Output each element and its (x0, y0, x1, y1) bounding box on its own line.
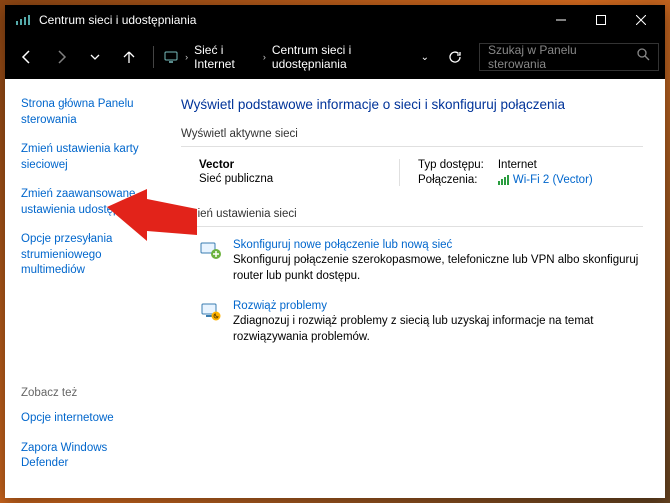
divider (181, 226, 643, 227)
recent-dropdown-button[interactable] (79, 41, 111, 73)
window: Centrum sieci i udostępniania › (5, 5, 665, 498)
network-name: Vector (199, 159, 399, 171)
page-title: Wyświetl podstawowe informacje o sieci i… (181, 97, 643, 112)
connections-label: Połączenia: (418, 174, 484, 186)
address-bar[interactable]: › Sieć i Internet › Centrum sieci i udos… (162, 41, 411, 73)
access-type-label: Typ dostępu: (418, 159, 484, 171)
action-troubleshoot: Rozwiąż problemy Zdiagnozuj i rozwiąż pr… (199, 300, 643, 345)
active-networks-heading: Wyświetl aktywne sieci (181, 128, 643, 140)
new-connection-link[interactable]: Skonfiguruj nowe połączenie lub nową sie… (233, 239, 643, 251)
forward-button[interactable] (45, 41, 77, 73)
wifi-icon (498, 175, 509, 185)
content-area: Strona główna Panelu sterowania Zmień us… (5, 79, 665, 498)
close-button[interactable] (621, 5, 661, 35)
divider (399, 159, 400, 186)
network-details: Typ dostępu: Internet Połączenia: Wi-Fi … (418, 159, 593, 186)
sidebar-streaming-link[interactable]: Opcje przesyłania strumieniowego multime… (21, 232, 151, 279)
chevron-right-icon: › (183, 52, 190, 62)
troubleshoot-icon (199, 300, 223, 324)
minimize-button[interactable] (541, 5, 581, 35)
titlebar: Centrum sieci i udostępniania (5, 5, 665, 35)
search-icon (637, 48, 650, 66)
sidebar-home-link[interactable]: Strona główna Panelu sterowania (21, 97, 151, 128)
divider (181, 146, 643, 147)
chevron-right-icon: › (261, 52, 268, 62)
app-icon (15, 12, 31, 28)
breadcrumb-seg2[interactable]: Centrum sieci i udostępniania (268, 43, 411, 71)
sidebar: Strona główna Panelu sterowania Zmień us… (5, 79, 163, 498)
connection-link[interactable]: Wi-Fi 2 (Vector) (498, 174, 593, 186)
new-connection-icon (199, 239, 223, 263)
search-placeholder: Szukaj w Panelu sterowania (488, 43, 637, 71)
sidebar-internet-options-link[interactable]: Opcje internetowe (21, 411, 151, 427)
action-new-connection: Skonfiguruj nowe połączenie lub nową sie… (199, 239, 643, 284)
troubleshoot-link[interactable]: Rozwiąż problemy (233, 300, 643, 312)
sidebar-firewall-link[interactable]: Zapora Windows Defender (21, 441, 151, 472)
refresh-button[interactable] (439, 41, 471, 73)
network-identity: Vector Sieć publiczna (199, 159, 399, 186)
up-button[interactable] (113, 41, 145, 73)
access-type-value: Internet (498, 159, 593, 171)
network-type: Sieć publiczna (199, 173, 399, 185)
breadcrumb-seg1[interactable]: Sieć i Internet (190, 43, 261, 71)
sidebar-adapter-settings-link[interactable]: Zmień ustawienia karty sieciowej (21, 142, 151, 173)
navbar: › Sieć i Internet › Centrum sieci i udos… (5, 35, 665, 79)
change-settings-heading: Zmień ustawienia sieci (181, 208, 643, 220)
network-icon (162, 47, 179, 67)
sidebar-footer-heading: Zobacz też (21, 386, 151, 402)
maximize-button[interactable] (581, 5, 621, 35)
back-button[interactable] (11, 41, 43, 73)
main-panel: Wyświetl podstawowe informacje o sieci i… (163, 79, 665, 498)
connection-value: Wi-Fi 2 (Vector) (513, 174, 593, 186)
separator (153, 46, 154, 68)
sidebar-sharing-settings-link[interactable]: Zmień zaawansowane ustawienia udostępnia… (21, 187, 151, 218)
window-title: Centrum sieci i udostępniania (39, 13, 541, 27)
new-connection-desc: Skonfiguruj połączenie szerokopasmowe, t… (233, 253, 643, 284)
troubleshoot-desc: Zdiagnozuj i rozwiąż problemy z siecią l… (233, 314, 643, 345)
address-dropdown[interactable]: ⌄ (413, 52, 437, 63)
network-block: Vector Sieć publiczna Typ dostępu: Inter… (199, 159, 643, 186)
search-input[interactable]: Szukaj w Panelu sterowania (479, 43, 659, 71)
